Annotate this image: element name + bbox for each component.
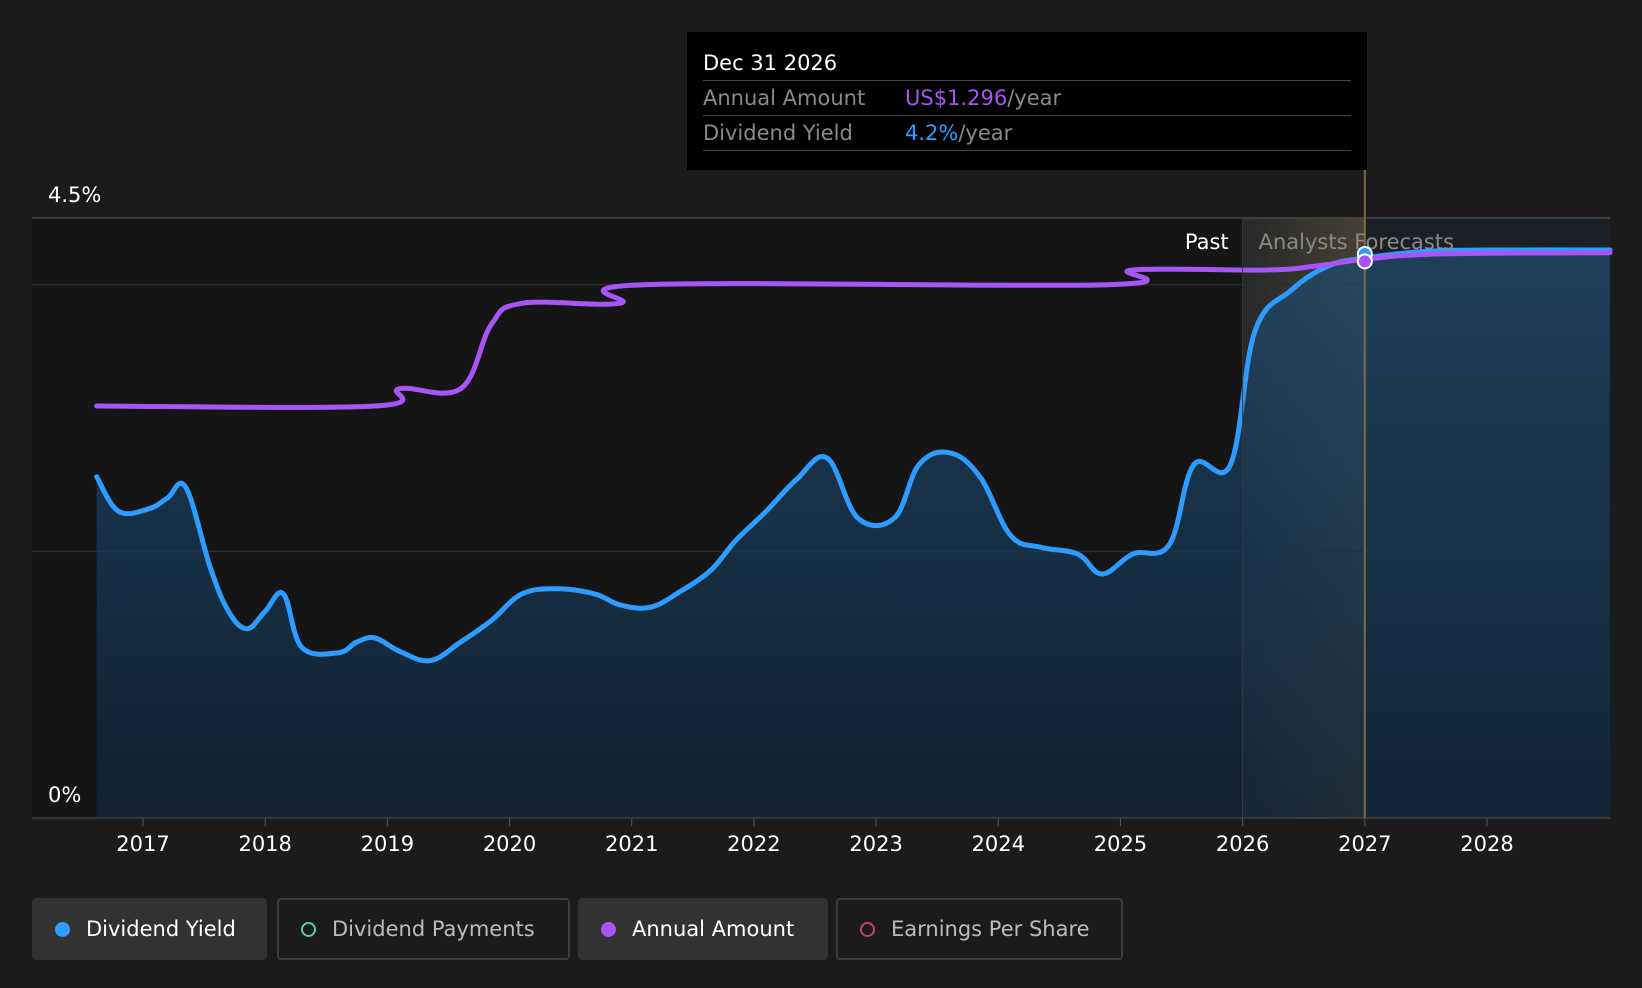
legend-dividend-yield[interactable]: Dividend Yield bbox=[32, 898, 267, 960]
legend-earnings-per-share[interactable]: Earnings Per Share bbox=[836, 898, 1123, 960]
legend-label: Earnings Per Share bbox=[891, 917, 1090, 941]
x-tick-label: 2019 bbox=[361, 832, 414, 856]
legend-dividend-payments[interactable]: Dividend Payments bbox=[277, 898, 570, 960]
x-tick-label: 2018 bbox=[238, 832, 291, 856]
tooltip-unit: /year bbox=[1007, 86, 1062, 110]
legend-marker-icon bbox=[601, 921, 616, 937]
legend-marker-icon bbox=[55, 921, 70, 937]
legend-marker-icon bbox=[860, 921, 875, 937]
tooltip-date: Dec 31 2026 bbox=[703, 46, 1351, 81]
x-tick-label: 2020 bbox=[483, 832, 536, 856]
x-tick-label: 2021 bbox=[605, 832, 658, 856]
legend-label: Dividend Payments bbox=[332, 917, 535, 941]
highlight-markers bbox=[1356, 246, 1373, 270]
legend-label: Annual Amount bbox=[632, 917, 795, 941]
x-tick-label: 2024 bbox=[972, 832, 1025, 856]
tooltip-label: Annual Amount bbox=[703, 86, 866, 110]
past-region-label: Past bbox=[1185, 230, 1229, 254]
x-tick-label: 2025 bbox=[1094, 832, 1147, 856]
x-tick-label: 2022 bbox=[727, 832, 780, 856]
x-tick-label: 2017 bbox=[116, 832, 169, 856]
y-tick-label: 4.5% bbox=[48, 183, 101, 207]
x-tick-label: 2028 bbox=[1460, 832, 1513, 856]
tooltip-row-dividend-yield: Dividend Yield 4.2% /year bbox=[703, 116, 1351, 151]
legend-marker-icon bbox=[301, 921, 316, 937]
x-tick-label: 2026 bbox=[1216, 832, 1269, 856]
highlight-marker-annual-amount bbox=[1356, 253, 1373, 270]
chart-tooltip: Dec 31 2026 Annual Amount US$1.296 /year… bbox=[687, 32, 1367, 170]
tooltip-label: Dividend Yield bbox=[703, 121, 853, 145]
x-tick-label: 2023 bbox=[849, 832, 902, 856]
tooltip-unit: /year bbox=[958, 121, 1013, 145]
legend-annual-amount[interactable]: Annual Amount bbox=[578, 898, 828, 960]
legend-label: Dividend Yield bbox=[86, 917, 236, 941]
tooltip-row-annual-amount: Annual Amount US$1.296 /year bbox=[703, 81, 1351, 116]
tooltip-value: US$1.296 bbox=[905, 86, 1008, 110]
x-tick-label: 2027 bbox=[1338, 832, 1391, 856]
y-tick-label: 0% bbox=[48, 783, 81, 807]
forecast-region-label: Analysts Forecasts bbox=[1259, 230, 1454, 254]
x-axis-ticks: 2017 2018 2019 2020 2021 2022 2023 2024 2025 2026… bbox=[116, 818, 1514, 856]
tooltip-value: 4.2% bbox=[905, 121, 959, 145]
